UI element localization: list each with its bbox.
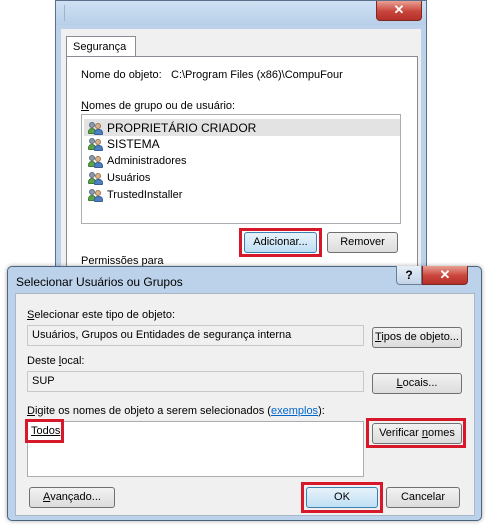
list-item-administradores[interactable]: Administradores	[88, 153, 186, 169]
users-icon	[88, 171, 104, 185]
check-names-button-label: Verificar	[379, 427, 422, 439]
add-button-label: Adicionar...	[253, 236, 308, 248]
users-icon	[88, 188, 104, 202]
names-label: Digite os nomes de objeto a serem seleci…	[27, 405, 325, 417]
list-item-label: Administradores	[107, 155, 187, 167]
object-names-input[interactable]	[27, 421, 364, 477]
users-icon	[88, 154, 104, 168]
title-bar	[56, 1, 426, 25]
advanced-button[interactable]: Avançado...	[29, 487, 115, 508]
object-types-button-label: ipos de objeto...	[381, 331, 459, 343]
users-icon	[88, 137, 104, 151]
location-field: SUP	[27, 371, 364, 392]
list-item-label: Usuários	[107, 172, 151, 184]
remove-button[interactable]: Remover	[327, 232, 398, 253]
list-item-usuarios[interactable]: Usuários	[88, 170, 150, 186]
location-label: Deste local:	[27, 355, 85, 367]
help-button[interactable]: ?	[396, 266, 422, 285]
advanced-button-label: vançado...	[50, 491, 101, 503]
close-icon: ✕	[393, 2, 405, 17]
cancel-button[interactable]: Cancelar	[386, 487, 460, 508]
location-label-text: Deste	[27, 355, 59, 367]
names-label-text: igite os nomes de objeto a serem selecio…	[34, 405, 271, 417]
list-item-label: PROPRIETÁRIO CRIADOR	[107, 121, 257, 135]
close-icon: ✕	[439, 267, 451, 282]
list-item-label: TrustedInstaller	[107, 189, 183, 201]
object-name-label: Nome do objeto:	[81, 69, 162, 81]
list-item-label: SISTEMA	[107, 137, 160, 151]
cancel-button-label: Cancelar	[400, 491, 446, 503]
locations-button-label: ocais...	[402, 377, 438, 389]
tab-label: Segurança	[73, 41, 127, 53]
object-type-field: Usuários, Grupos ou Entidades de seguran…	[27, 325, 364, 346]
list-item-sistema[interactable]: SISTEMA	[88, 136, 160, 152]
groups-label: Nomes de grupo ou de usuário:	[81, 100, 236, 112]
object-type-label-text: elecionar este tipo de objeto:	[34, 309, 175, 321]
groups-label-text: omes de grupo ou de usuário:	[88, 100, 236, 112]
help-icon: ?	[405, 268, 413, 282]
list-item-proprietario-criador[interactable]: PROPRIETÁRIO CRIADOR	[88, 120, 256, 136]
object-names-value: Todos	[31, 425, 61, 437]
close-button[interactable]: ✕	[376, 1, 422, 21]
list-item-trustedinstaller[interactable]: TrustedInstaller	[88, 187, 182, 203]
remove-button-label: Remover	[340, 236, 385, 248]
ok-button[interactable]: OK	[306, 487, 378, 508]
add-button[interactable]: Adicionar...	[244, 232, 317, 253]
tab-seguranca[interactable]: Segurança	[66, 36, 136, 57]
window-title: Selecionar Usuários ou Grupos	[16, 275, 183, 289]
location-value: SUP	[32, 375, 55, 387]
ok-button-label: OK	[334, 491, 350, 503]
object-types-button[interactable]: Tipos de objeto...	[372, 327, 462, 348]
check-names-button[interactable]: Verificar nomes	[372, 423, 462, 444]
close-button[interactable]: ✕	[422, 266, 468, 285]
examples-link[interactable]: exemplos	[271, 405, 318, 417]
object-type-value: Usuários, Grupos ou Entidades de seguran…	[32, 329, 292, 341]
object-type-label: Selecionar este tipo de objeto:	[27, 309, 175, 321]
locations-button[interactable]: Locais...	[372, 373, 462, 394]
groups-listbox[interactable]: PROPRIETÁRIO CRIADOR SISTEMA Administrad…	[81, 114, 401, 224]
title-bar-separator	[64, 5, 65, 21]
object-name-value: C:\Program Files (x86)\CompuFour	[171, 69, 343, 81]
users-icon	[88, 121, 104, 135]
